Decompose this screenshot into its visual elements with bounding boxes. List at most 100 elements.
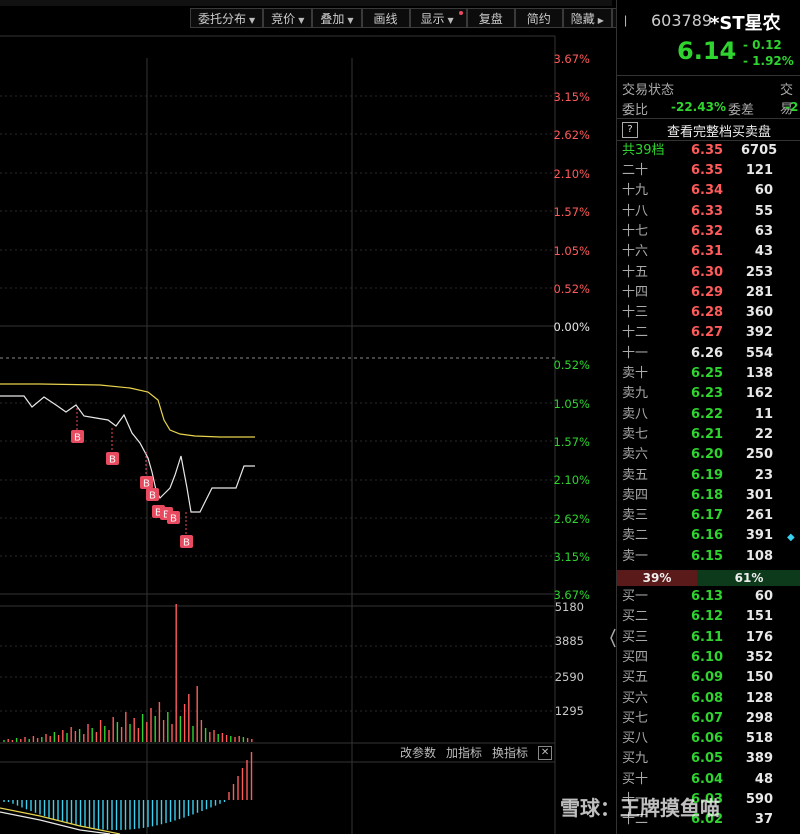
ask-level-label: 卖十 — [622, 366, 649, 381]
bid-level-label: 买八 — [622, 731, 649, 747]
average-price-line — [0, 383, 255, 438]
buy-marker: B — [146, 488, 159, 502]
price-line — [0, 395, 255, 513]
ask-row[interactable]: 卖一 6.15 108 — [617, 547, 800, 567]
bid-price: 6.05 — [691, 751, 724, 767]
bid-price: 6.09 — [691, 670, 724, 686]
ask-row[interactable]: 十一 6.26 554 — [617, 344, 800, 364]
ask-row[interactable]: 十九 6.34 60 — [617, 181, 800, 201]
trade-status-label: 交易状态 — [622, 83, 675, 98]
ask-volume: 360 — [745, 305, 773, 321]
ask-price: 6.33 — [691, 203, 724, 219]
svg-text:B: B — [183, 538, 190, 549]
bid-price: 6.07 — [691, 710, 724, 726]
bid-volume: 389 — [745, 751, 773, 767]
ask-row[interactable]: 十二 6.27 392 — [617, 323, 800, 343]
ask-level-label: 卖四 — [622, 487, 649, 503]
ask-price: 6.26 — [691, 345, 724, 361]
bid-price: 6.06 — [691, 731, 724, 747]
bid-level-label: 买七 — [622, 710, 649, 726]
ask-row[interactable]: 卖七 6.21 22 — [617, 425, 800, 445]
ask-price: 6.28 — [691, 305, 724, 321]
ask-row[interactable]: 二十 6.35 121 — [617, 161, 800, 181]
weicha-value: -2 — [785, 100, 799, 114]
switch-indicator-button[interactable]: 换指标 — [492, 744, 528, 762]
view-full-book-link[interactable]: 查看完整档买卖盘 — [667, 121, 771, 140]
bid-level-label: 买五 — [622, 670, 649, 686]
bid-row[interactable]: 买九 6.05 389 — [617, 749, 800, 769]
weibi-value: -22.43% — [671, 100, 726, 114]
bid-row[interactable]: 买十 6.04 48 — [617, 770, 800, 790]
ask-volume: 11 — [754, 406, 773, 422]
bid-level-label: 买九 — [622, 751, 649, 767]
change-params-button[interactable]: 改参数 — [400, 744, 436, 762]
ask-row[interactable]: 卖四 6.18 301 — [617, 486, 800, 506]
ask-row[interactable]: 十四 6.29 281 — [617, 283, 800, 303]
bid-price: 6.11 — [691, 629, 724, 645]
ask-volume: 253 — [745, 264, 773, 280]
bid-volume: 150 — [745, 670, 773, 686]
ask-price: 6.31 — [691, 244, 724, 260]
ask-level-label: 卖八 — [622, 406, 649, 422]
bid-row[interactable]: 买三 6.11 176 — [617, 628, 800, 648]
ask-row[interactable]: 卖三 6.17 261 — [617, 506, 800, 526]
ask-level-label: 卖二 — [622, 528, 649, 544]
collapse-icon[interactable]: ❘ — [621, 14, 630, 27]
ask-price: 6.23 — [691, 386, 724, 402]
bid-row[interactable]: 买二 6.12 151 — [617, 607, 800, 627]
ask-level-label: 十三 — [622, 305, 649, 321]
ask-row[interactable]: 十五 6.30 253 — [617, 263, 800, 283]
watermark: 雪球：王牌摸鱼喵 — [560, 796, 720, 820]
ask-row[interactable]: 十七 6.32 63 — [617, 222, 800, 242]
help-icon[interactable]: ? — [622, 122, 638, 138]
ask-row[interactable]: 卖二 6.16 391 — [617, 526, 800, 546]
volume-axis-label: 1295 — [554, 704, 584, 718]
buy-marker: B — [71, 430, 84, 444]
axis-label-down-1: 0.52% — [553, 358, 590, 372]
ask-volume: 162 — [745, 386, 773, 402]
bid-volume: 37 — [754, 812, 773, 828]
ask-volume: 301 — [745, 487, 773, 503]
ask-level-label: 十四 — [622, 284, 649, 300]
ask-volume: 281 — [745, 284, 773, 300]
ask-level-label: 十九 — [622, 183, 649, 199]
bid-volume: 298 — [745, 710, 773, 726]
ask-volume: 261 — [745, 508, 773, 524]
ask-price: 6.32 — [691, 223, 724, 239]
ask-row[interactable]: 十六 6.31 43 — [617, 242, 800, 262]
bid-price: 6.10 — [691, 649, 724, 665]
ask-row[interactable]: 十八 6.33 55 — [617, 202, 800, 222]
bid-level-label: 买三 — [622, 629, 649, 645]
bid-row[interactable]: 买六 6.08 128 — [617, 689, 800, 709]
axis-label-down-5: 2.62% — [553, 512, 590, 526]
ask-row[interactable]: 十三 6.28 360 — [617, 303, 800, 323]
ask-row[interactable]: 卖五 6.19 23 — [617, 466, 800, 486]
bid-price: 6.08 — [691, 690, 724, 706]
ask-row[interactable]: 卖十 6.25 138 — [617, 364, 800, 384]
bid-volume: 590 — [745, 792, 773, 807]
ask-row[interactable]: 卖八 6.22 11 — [617, 405, 800, 425]
ask-row[interactable]: 卖九 6.23 162 — [617, 384, 800, 404]
bid-level-label: 买一 — [622, 589, 649, 604]
volume-bars — [3, 604, 253, 742]
bid-row[interactable]: 买四 6.10 352 — [617, 648, 800, 668]
ask-price: 6.18 — [691, 487, 724, 503]
ask-row[interactable]: 卖六 6.20 250 — [617, 445, 800, 465]
axis-label-up-7: 3.67% — [553, 52, 590, 66]
bid-level-label: 买四 — [622, 649, 649, 665]
add-indicator-button[interactable]: 加指标 — [446, 744, 482, 762]
stock-code: 603789 — [651, 11, 713, 30]
axis-label-up-1: 0.52% — [553, 282, 590, 296]
close-icon[interactable]: ✕ — [538, 746, 553, 760]
bid-row[interactable]: 买八 6.06 518 — [617, 729, 800, 749]
bid-row[interactable]: 买七 6.07 298 — [617, 709, 800, 729]
bid-row[interactable]: 买一 6.13 60 — [617, 587, 800, 607]
bid-level-label: 买十 — [622, 771, 649, 787]
bid-price: 6.04 — [691, 771, 724, 787]
ask-level-label: 卖三 — [622, 508, 649, 524]
axis-label-up-3: 1.57% — [553, 205, 590, 219]
volume-axis-label: 3885 — [554, 634, 584, 648]
axis-label-up-4: 2.10% — [553, 167, 590, 181]
bid-row[interactable]: 买五 6.09 150 — [617, 668, 800, 688]
ask-volume: 138 — [745, 366, 773, 381]
